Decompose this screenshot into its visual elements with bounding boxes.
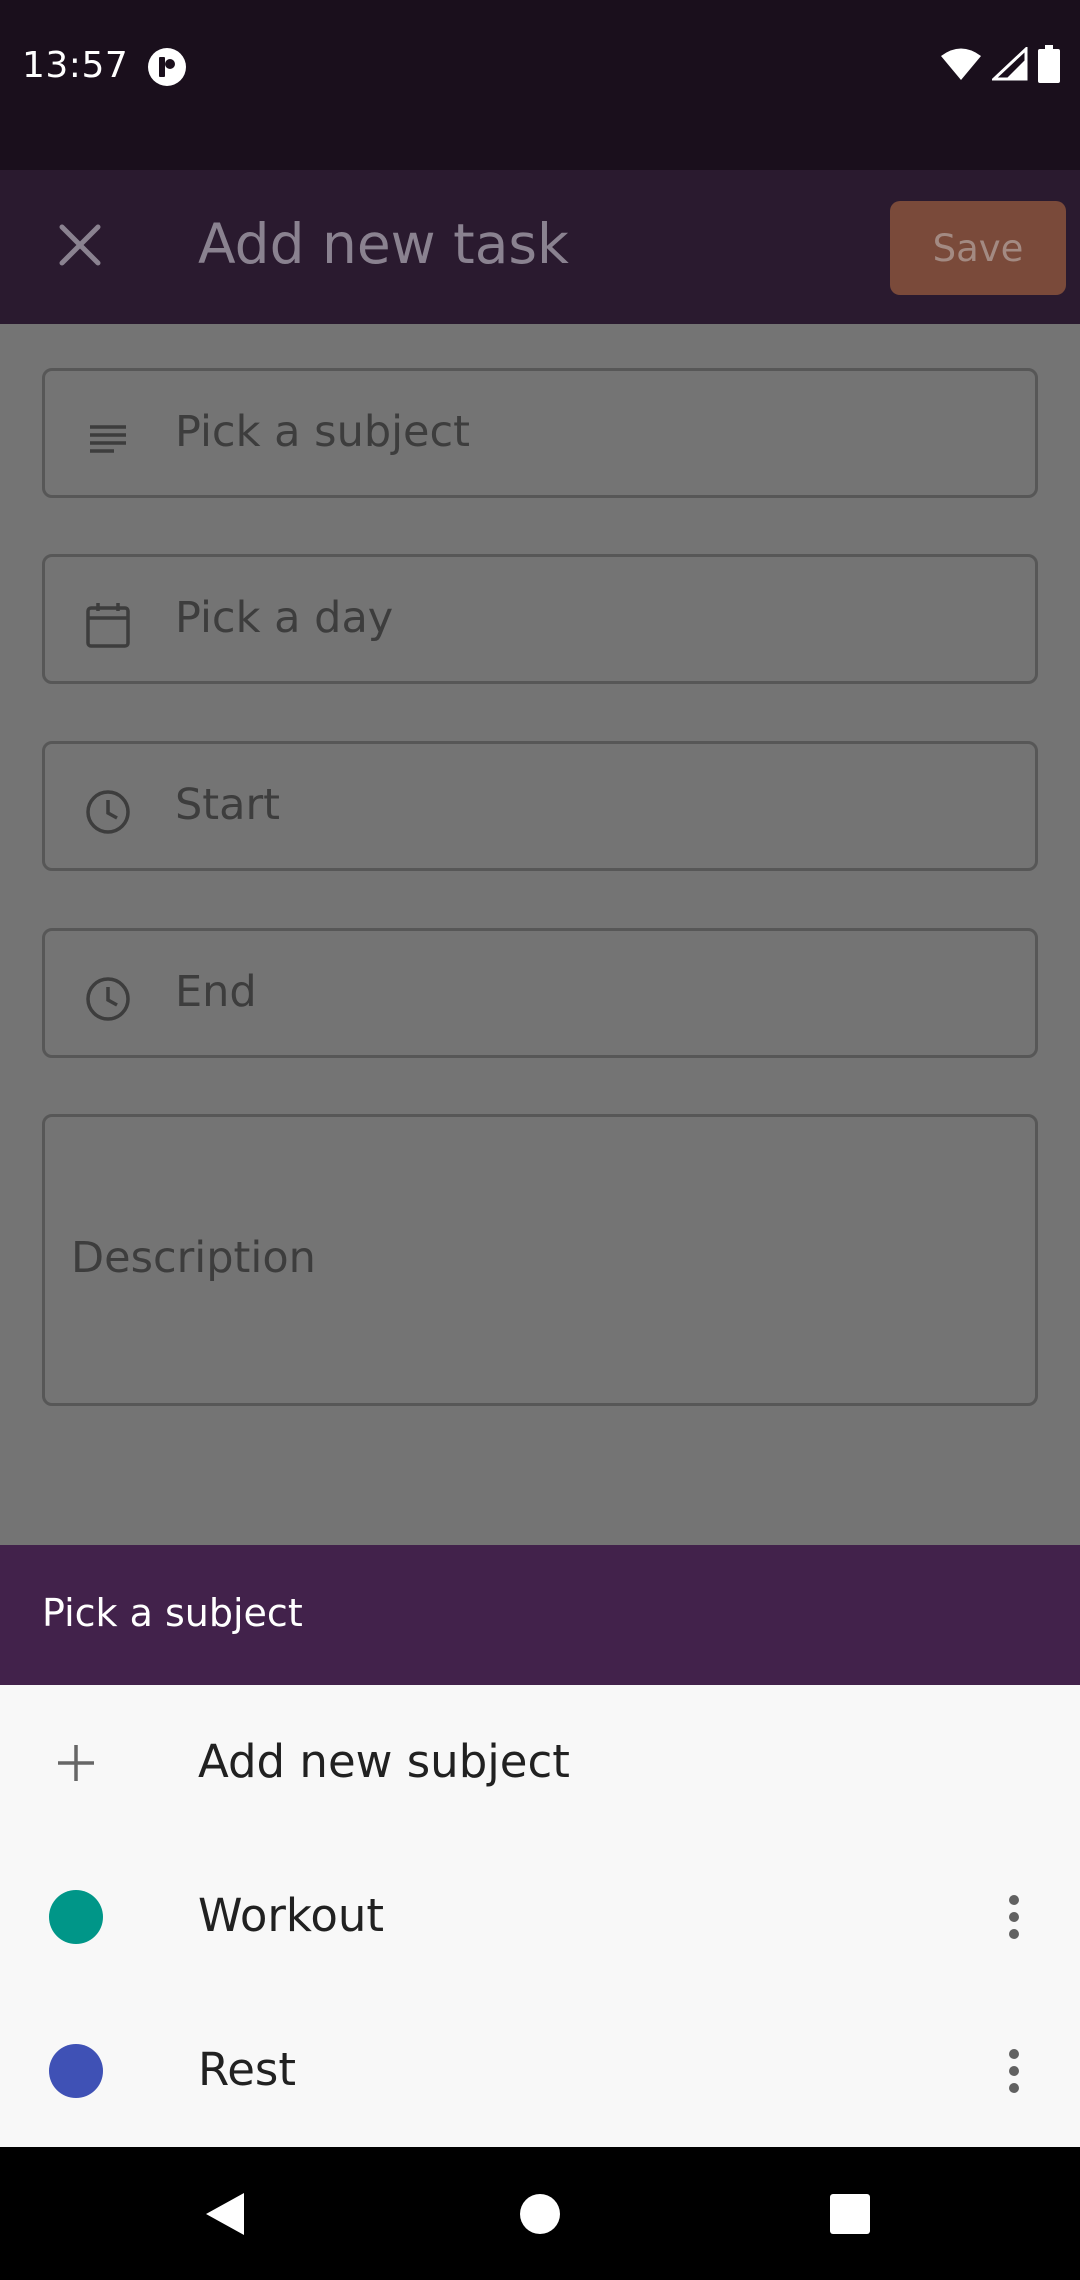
app-bar: Add new task Save — [0, 170, 1080, 324]
end-placeholder: End — [175, 967, 257, 1017]
subject-color-dot — [48, 1889, 104, 1945]
subject-label: Workout — [198, 1889, 385, 1942]
status-time: 13:57 — [22, 45, 129, 86]
end-field[interactable]: End — [42, 928, 1038, 1058]
subject-item-workout[interactable]: Workout — [0, 1839, 1080, 1993]
color-dot — [49, 1890, 103, 1944]
battery-icon — [1038, 45, 1060, 87]
sheet-header: Pick a subject — [0, 1545, 1080, 1685]
start-field[interactable]: Start — [42, 741, 1038, 871]
back-triangle-icon — [204, 2191, 246, 2241]
page-title: Add new task — [198, 212, 569, 276]
status-bar: 13:57 — [0, 0, 1080, 170]
save-button[interactable]: Save — [890, 201, 1066, 295]
day-placeholder: Pick a day — [175, 593, 394, 643]
add-new-subject-button[interactable]: Add new subject — [0, 1685, 1080, 1839]
recents-square-icon — [829, 2193, 871, 2239]
more-options-icon[interactable] — [984, 2033, 1044, 2109]
subject-picker-sheet: Add new subject Workout Rest — [0, 1685, 1080, 2147]
subject-field[interactable]: Pick a subject — [42, 368, 1038, 498]
subject-lines-icon — [83, 414, 133, 464]
day-field[interactable]: Pick a day — [42, 554, 1038, 684]
add-new-subject-label: Add new subject — [198, 1735, 570, 1788]
more-options-icon[interactable] — [984, 1879, 1044, 1955]
color-dot — [49, 2044, 103, 2098]
description-placeholder: Description — [71, 1233, 316, 1283]
status-icons — [940, 45, 1060, 87]
subject-item-rest[interactable]: Rest — [0, 1993, 1080, 2147]
app-notification-icon — [148, 48, 186, 86]
subject-color-dot — [48, 2043, 104, 2099]
clock-icon — [83, 974, 133, 1024]
home-circle-icon — [519, 2193, 561, 2239]
subject-placeholder: Pick a subject — [175, 407, 471, 457]
description-field[interactable]: Description — [42, 1114, 1038, 1406]
calendar-icon — [83, 600, 133, 650]
subject-label: Rest — [198, 2043, 297, 2096]
recents-button[interactable] — [805, 2171, 895, 2261]
start-placeholder: Start — [175, 780, 281, 830]
sheet-title: Pick a subject — [42, 1591, 303, 1635]
navigation-bar — [0, 2147, 1080, 2280]
wifi-icon — [940, 47, 982, 85]
clock-icon — [83, 787, 133, 837]
close-button[interactable] — [40, 207, 120, 287]
signal-icon — [990, 45, 1028, 85]
home-button[interactable] — [495, 2171, 585, 2261]
back-button[interactable] — [180, 2171, 270, 2261]
plus-icon — [48, 1735, 104, 1791]
close-icon — [58, 223, 102, 271]
